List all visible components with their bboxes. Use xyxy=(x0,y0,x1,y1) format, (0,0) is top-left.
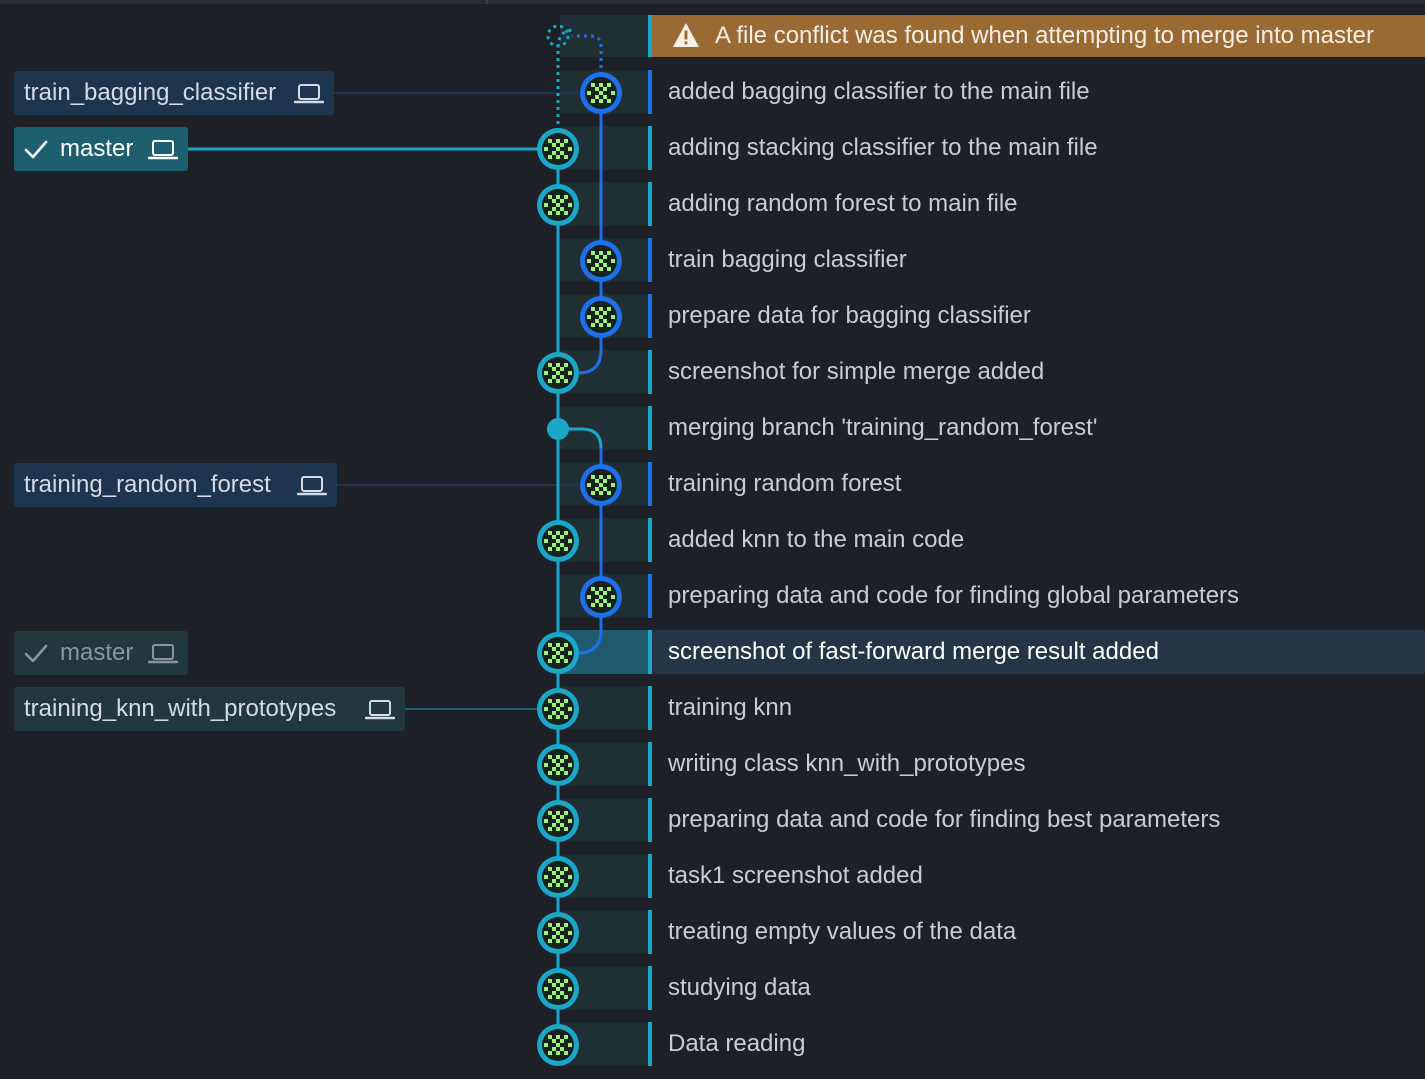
commit-avatar-icon[interactable] xyxy=(537,128,579,170)
wip-node xyxy=(546,24,570,48)
wip-dotted-line xyxy=(572,34,603,75)
commit-avatar-icon[interactable] xyxy=(580,240,622,282)
commit-avatar-icon[interactable] xyxy=(580,296,622,338)
branch-label-master[interactable]: master xyxy=(14,127,188,171)
merge-commit-dot xyxy=(547,418,569,440)
commit-avatar-icon[interactable] xyxy=(537,1024,579,1066)
branch-label-training-random-forest[interactable]: training_random_forest xyxy=(14,463,337,507)
commit-avatar-icon[interactable] xyxy=(537,184,579,226)
commit-avatar-icon[interactable] xyxy=(580,464,622,506)
commit-avatar-icon[interactable] xyxy=(537,912,579,954)
branch-name: train_bagging_classifier xyxy=(24,79,277,106)
branch-lane-curve xyxy=(577,349,603,375)
branch-name: training_random_forest xyxy=(24,471,271,498)
commit-avatar-icon[interactable] xyxy=(580,576,622,618)
branch-label-training-knn-with-prototypes[interactable]: training_knn_with_prototypes xyxy=(14,687,405,731)
branch-name: master xyxy=(60,135,134,162)
laptop-icon xyxy=(365,700,395,720)
branch-label-master-remote[interactable]: master xyxy=(14,631,188,675)
branch-name: master xyxy=(60,639,134,666)
laptop-icon xyxy=(297,476,327,496)
commit-avatar-icon[interactable] xyxy=(537,856,579,898)
commit-graph xyxy=(188,24,622,1066)
branch-name: training_knn_with_prototypes xyxy=(24,695,337,722)
commit-avatar-icon[interactable] xyxy=(537,688,579,730)
commit-avatar-icon[interactable] xyxy=(537,520,579,562)
commit-avatar-icon[interactable] xyxy=(580,72,622,114)
checkmark-icon xyxy=(24,644,48,663)
commit-avatar-icon[interactable] xyxy=(537,800,579,842)
commit-avatar-icon[interactable] xyxy=(537,632,579,674)
commit-avatar-icon[interactable] xyxy=(537,744,579,786)
branch-label-train-bagging-classifier[interactable]: train_bagging_classifier xyxy=(14,71,334,115)
laptop-icon xyxy=(148,644,178,664)
laptop-icon xyxy=(294,84,324,104)
wip-dotted-line xyxy=(556,28,575,131)
laptop-icon xyxy=(148,140,178,160)
commit-avatar-icon[interactable] xyxy=(537,968,579,1010)
commit-avatar-icon[interactable] xyxy=(537,352,579,394)
branch-lane-curve xyxy=(577,629,603,655)
checkmark-icon xyxy=(24,140,48,159)
